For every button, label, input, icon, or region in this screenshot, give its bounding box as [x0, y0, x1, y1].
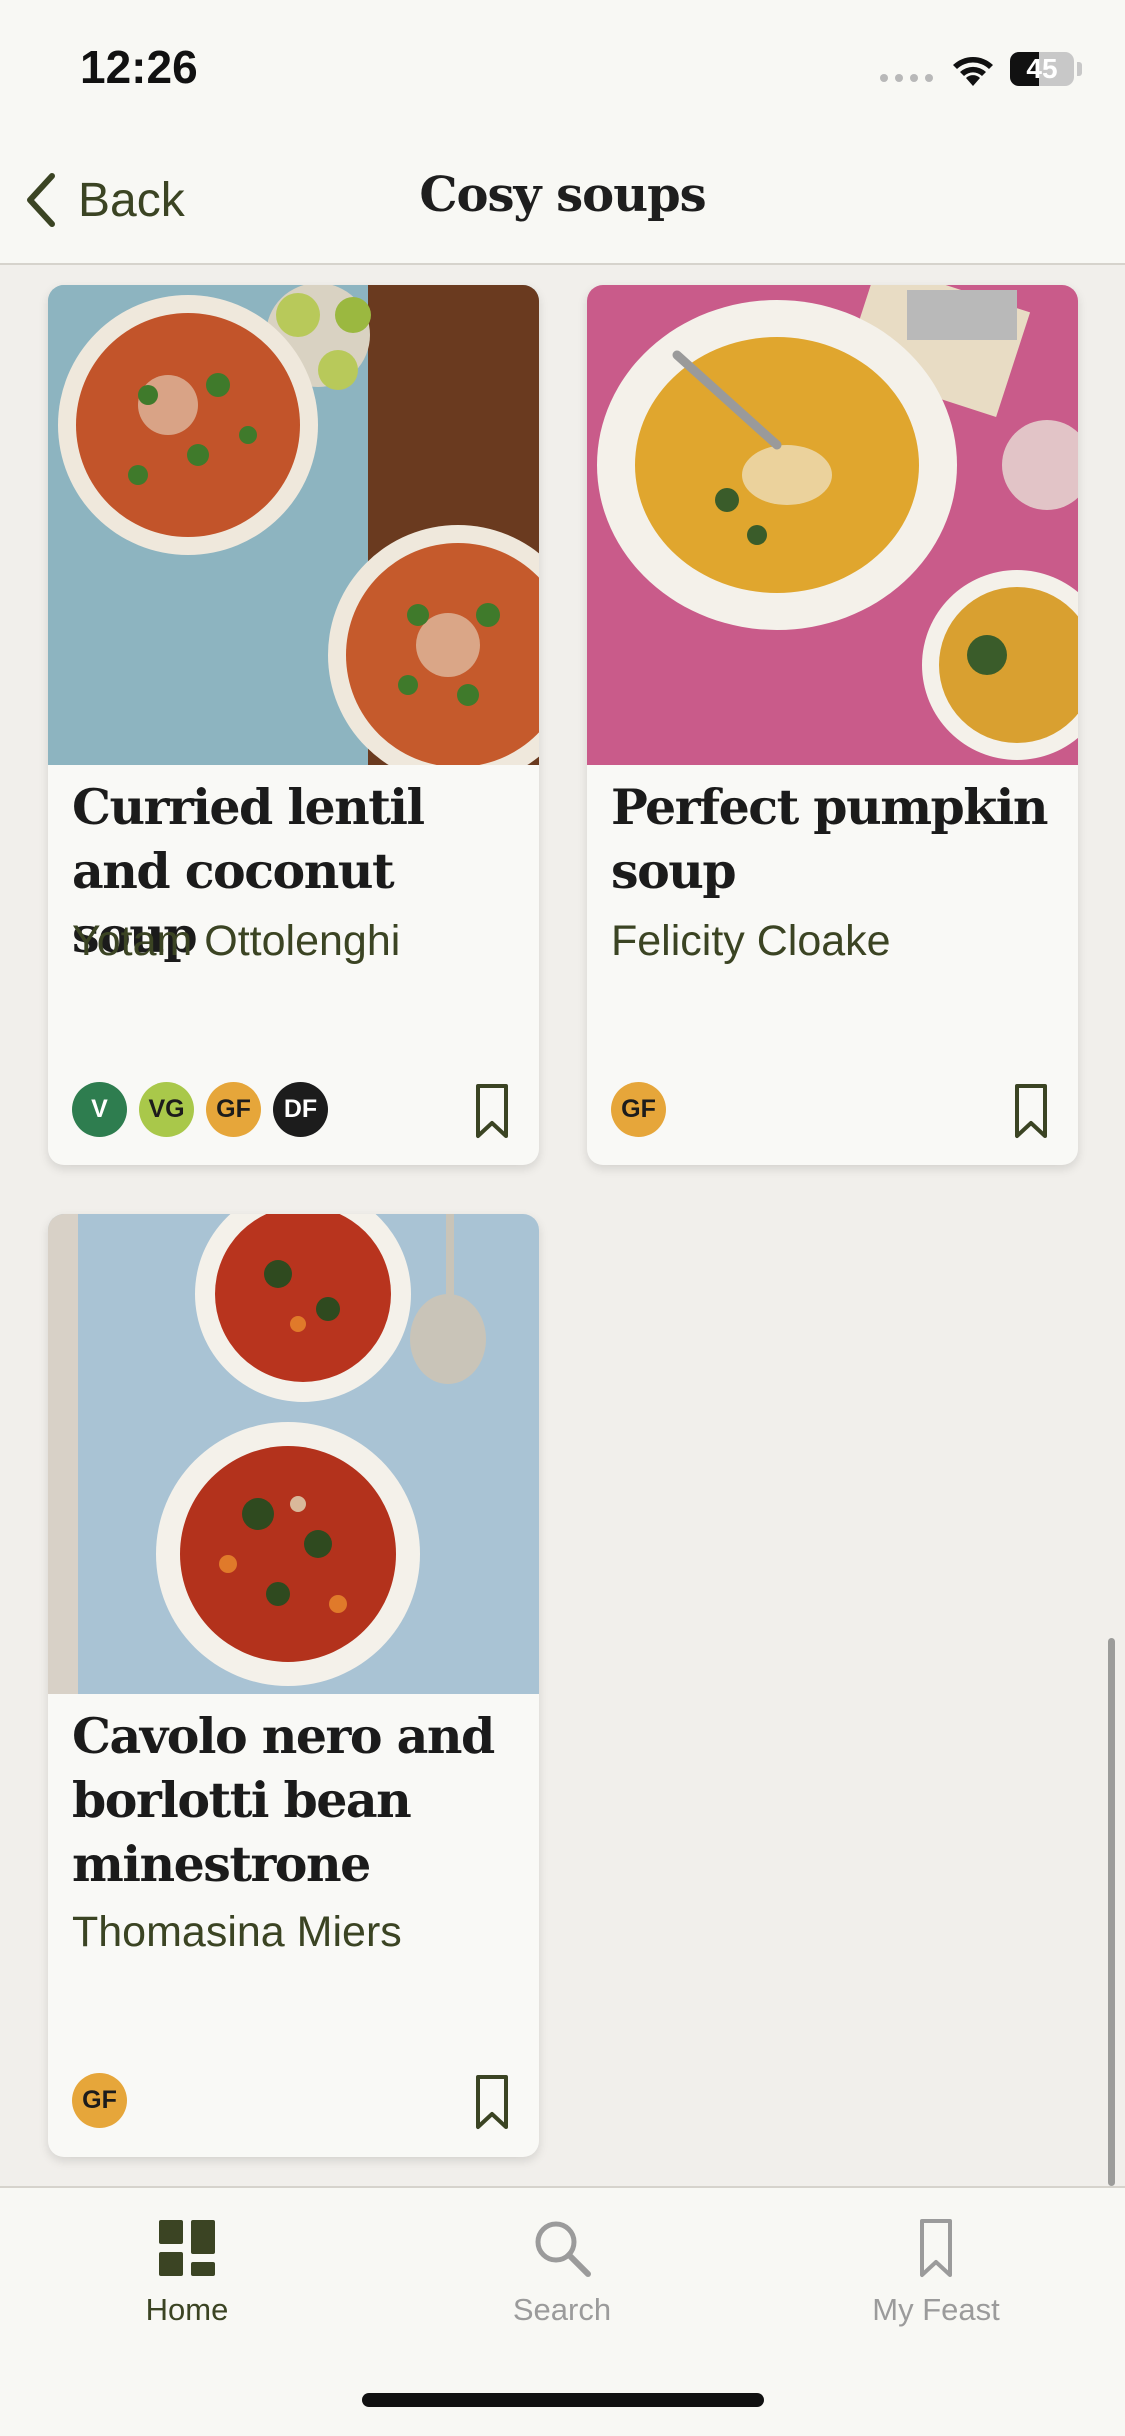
bookmark-icon	[920, 2219, 952, 2277]
status-bar: 12:26 45	[0, 0, 1125, 135]
wifi-icon	[953, 57, 993, 86]
recipe-image-minestrone	[48, 1214, 539, 1694]
recipe-card[interactable]: Cavolo nero and borlotti bean minestrone…	[48, 1214, 539, 2157]
recipe-image-lentil-soup	[48, 285, 539, 765]
diet-badges: GF	[611, 1082, 666, 1137]
recipe-title: Perfect pumpkin soup	[611, 778, 1049, 900]
tab-label: Home	[145, 2292, 229, 2327]
diet-badges: V VG GF DF	[72, 1082, 328, 1137]
tab-my-feast[interactable]: My Feast	[816, 2218, 1056, 2328]
tab-label: Search	[512, 2292, 612, 2327]
recipe-card[interactable]: Perfect pumpkin soup Felicity Cloake GF	[587, 285, 1078, 1165]
home-grid-icon	[159, 2220, 215, 2276]
tab-home[interactable]: Home	[67, 2218, 307, 2328]
recipe-card[interactable]: Curried lentil and coconut soup Yotam Ot…	[48, 285, 539, 1165]
nav-header: Back Cosy soups	[0, 135, 1125, 265]
bookmark-icon[interactable]	[1014, 1083, 1048, 1139]
status-time: 12:26	[80, 41, 198, 93]
diet-badge-gluten-free: GF	[611, 1082, 666, 1137]
diet-badge-gluten-free: GF	[72, 2073, 127, 2128]
search-icon	[535, 2221, 591, 2277]
diet-badge-dairy-free: DF	[273, 1082, 328, 1137]
recipe-title: Cavolo nero and borlotti bean minestrone	[72, 1707, 495, 1893]
recipe-author: Yotam Ottolenghi	[72, 917, 401, 965]
bookmark-icon[interactable]	[475, 2074, 509, 2130]
page-title: Cosy soups	[419, 167, 706, 223]
tab-search[interactable]: Search	[442, 2218, 682, 2328]
recipe-author: Thomasina Miers	[72, 1908, 402, 1956]
bookmark-icon[interactable]	[475, 1083, 509, 1139]
cellular-signal-icon	[880, 74, 933, 82]
diet-badge-vegetarian: V	[72, 1082, 127, 1137]
home-indicator[interactable]	[362, 2393, 764, 2407]
recipe-image-pumpkin-soup	[587, 285, 1078, 765]
tab-label: My Feast	[872, 2292, 1000, 2327]
battery-icon: 45	[1010, 52, 1074, 86]
battery-level: 45	[1026, 53, 1058, 84]
diet-badges: GF	[72, 2073, 127, 2128]
diet-badge-vegan: VG	[139, 1082, 194, 1137]
scrollbar[interactable]	[1108, 1638, 1115, 2186]
battery-nub	[1077, 62, 1082, 76]
recipe-author: Felicity Cloake	[611, 917, 891, 965]
diet-badge-gluten-free: GF	[206, 1082, 261, 1137]
